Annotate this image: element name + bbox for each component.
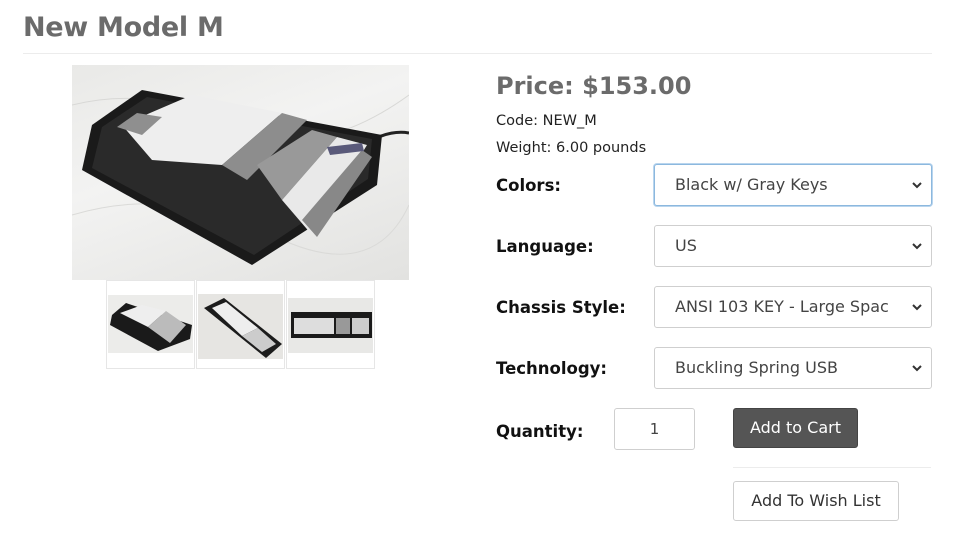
price: Price: $153.00 [496, 72, 691, 100]
main-product-image[interactable] [72, 65, 409, 280]
language-select[interactable]: US [654, 225, 932, 267]
chevron-down-icon [912, 182, 922, 189]
page-title: New Model M [23, 12, 224, 43]
thumbnail-3[interactable] [286, 280, 375, 369]
chassis-style-select[interactable]: ANSI 103 KEY - Large Spac [654, 286, 932, 328]
price-label: Price: [496, 72, 574, 100]
actions-divider [733, 467, 931, 468]
colors-label: Colors: [496, 176, 561, 195]
chevron-down-icon [912, 365, 922, 372]
weight-value: 6.00 pounds [556, 140, 647, 156]
code-value: NEW_M [542, 113, 597, 129]
language-select-value: US [675, 236, 697, 255]
technology-select[interactable]: Buckling Spring USB [654, 347, 932, 389]
chevron-down-icon [912, 243, 922, 250]
weight-label: Weight: [496, 140, 552, 156]
code-label: Code: [496, 113, 539, 129]
add-to-cart-button[interactable]: Add to Cart [733, 408, 858, 448]
thumbnail-2[interactable] [196, 280, 285, 369]
keyboard-photo-icon [72, 90, 409, 265]
quantity-label: Quantity: [496, 422, 584, 441]
chassis-style-select-value: ANSI 103 KEY - Large Spac [675, 297, 889, 316]
technology-label: Technology: [496, 359, 608, 378]
language-label: Language: [496, 237, 594, 256]
chassis-style-label: Chassis Style: [496, 298, 626, 317]
thumbnail-1[interactable] [106, 280, 195, 369]
keyboard-angle-view-icon [108, 295, 193, 353]
keyboard-side-view-icon [198, 294, 283, 359]
thumbnail-strip [106, 280, 376, 369]
technology-select-value: Buckling Spring USB [675, 358, 839, 377]
quantity-input[interactable]: 1 [614, 408, 695, 450]
product-code: Code: NEW_M [496, 113, 597, 129]
price-value: $153.00 [582, 72, 692, 100]
chevron-down-icon [912, 304, 922, 311]
add-to-wish-list-button[interactable]: Add To Wish List [733, 481, 899, 521]
keyboard-top-view-icon [288, 298, 373, 353]
title-divider [23, 53, 932, 54]
colors-select[interactable]: Black w/ Gray Keys [654, 164, 932, 206]
product-weight: Weight: 6.00 pounds [496, 140, 646, 156]
colors-select-value: Black w/ Gray Keys [675, 175, 828, 194]
